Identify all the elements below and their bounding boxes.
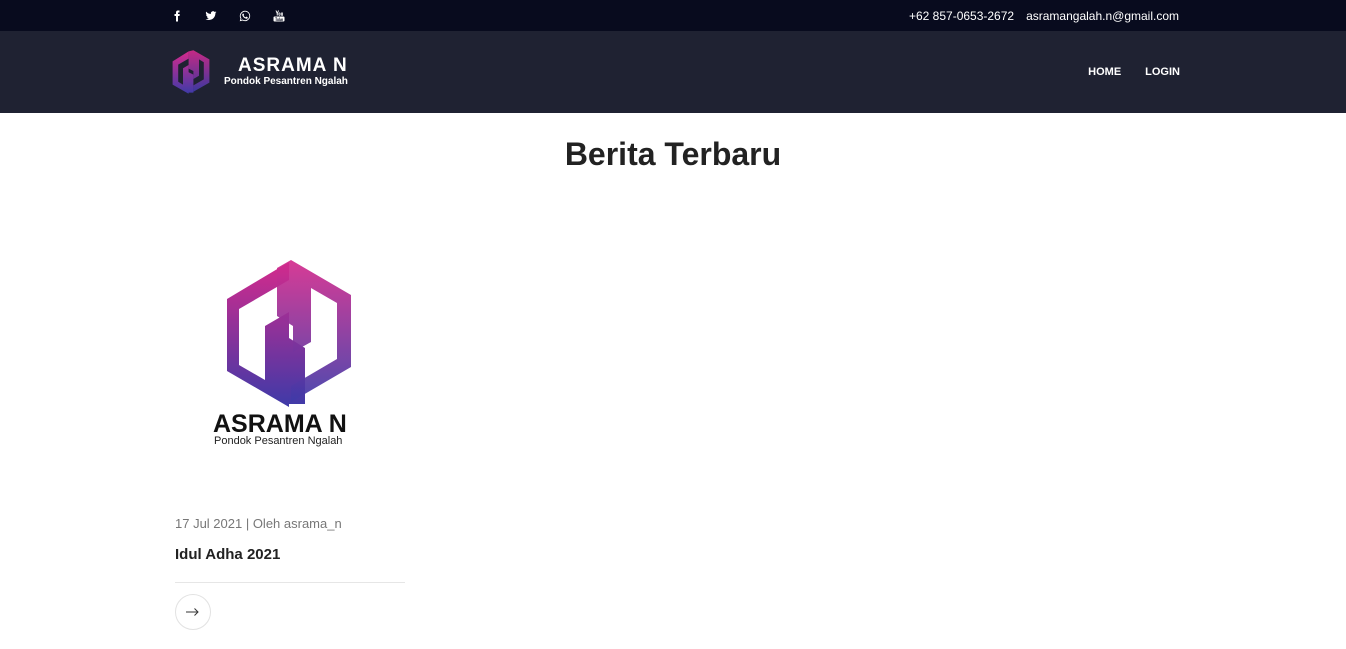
post-meta: 17 Jul 2021 | Oleh asrama_n	[175, 516, 342, 531]
email-address: asramangalah.n@gmail.com	[1026, 8, 1179, 23]
facebook-icon[interactable]	[171, 0, 205, 31]
social-links	[171, 0, 307, 31]
whatsapp-icon[interactable]	[239, 0, 273, 31]
twitter-icon[interactable]	[205, 0, 239, 31]
brand-logo[interactable]: ASRAMA N Pondok Pesantren Ngalah	[171, 48, 348, 96]
card-divider	[175, 582, 405, 583]
nav-home-link[interactable]: HOME	[1088, 66, 1121, 78]
brand-subtitle: Pondok Pesantren Ngalah	[224, 76, 348, 87]
news-card: ASRAMA N Pondok Pesantren Ngalah 17 Jul …	[175, 232, 405, 630]
asrama-n-logo-icon	[172, 50, 210, 94]
post-title[interactable]: Idul Adha 2021	[175, 546, 405, 563]
arrow-right-icon	[186, 608, 199, 616]
read-more-button[interactable]	[175, 594, 211, 630]
youtube-icon[interactable]	[273, 0, 307, 31]
section-title: Berita Terbaru	[564, 136, 782, 172]
thumbnail-brand-name: ASRAMA N	[213, 410, 347, 438]
post-thumbnail-image[interactable]: ASRAMA N Pondok Pesantren Ngalah	[175, 232, 405, 482]
main-navbar: ASRAMA N Pondok Pesantren Ngalah HOME LO…	[0, 31, 1346, 113]
top-bar: +62 857-0653-2672 asramangalah.n@gmail.c…	[0, 0, 1346, 31]
brand-name: ASRAMA N	[238, 55, 348, 76]
brand-text: ASRAMA N Pondok Pesantren Ngalah	[224, 56, 348, 88]
phone-number: +62 857-0653-2672	[908, 8, 1015, 23]
contact-info: +62 857-0653-2672 asramangalah.n@gmail.c…	[897, 0, 1179, 31]
nav-login-link[interactable]: LOGIN	[1145, 66, 1180, 78]
thumbnail-brand-subtitle: Pondok Pesantren Ngalah	[214, 435, 342, 447]
nav-links: HOME LOGIN	[1064, 31, 1180, 113]
